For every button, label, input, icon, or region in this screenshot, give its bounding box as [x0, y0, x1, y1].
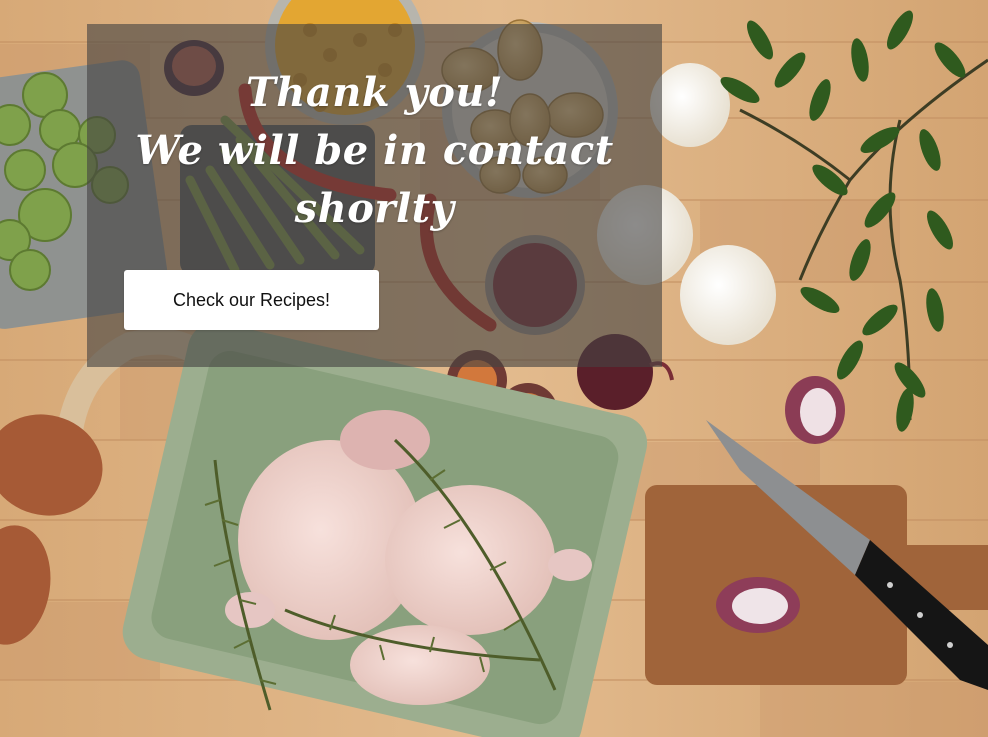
thank-you-line: Thank you! — [245, 69, 504, 116]
thank-you-page: Thank you! We will be in contact shorlty… — [0, 0, 988, 737]
check-recipes-button[interactable]: Check our Recipes! — [124, 270, 379, 330]
thank-you-heading: Thank you! We will be in contact shorlty — [87, 64, 662, 238]
contact-line: We will be in contact — [135, 127, 614, 174]
shortly-line: shorlty — [294, 185, 455, 232]
